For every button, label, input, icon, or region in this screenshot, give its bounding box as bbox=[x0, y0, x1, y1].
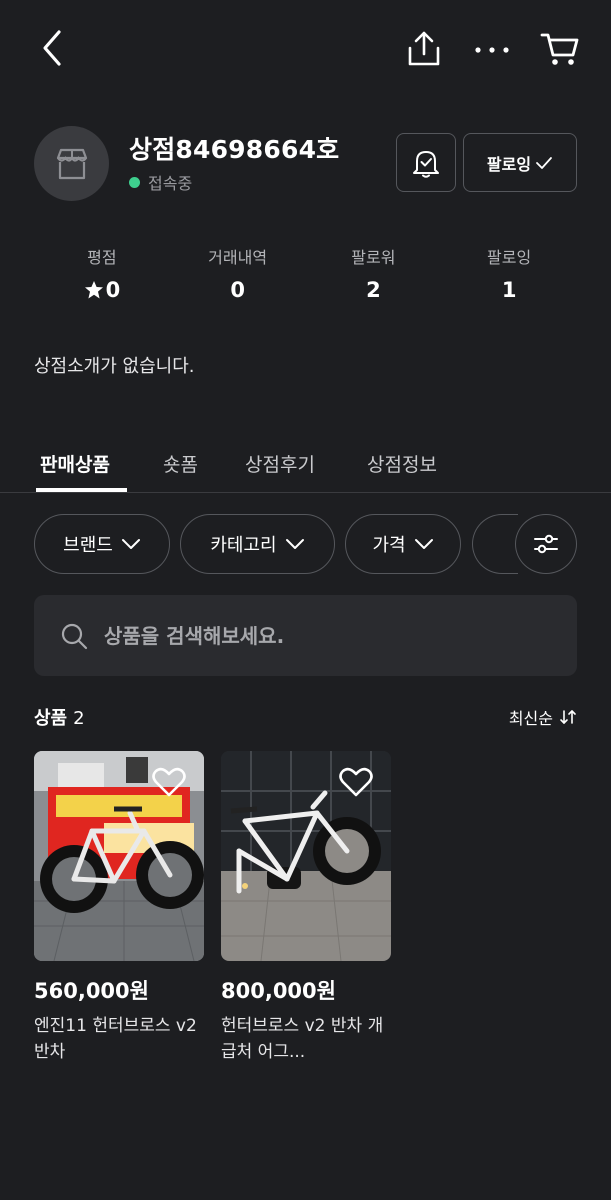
filter-bar: 브랜드 카테고리 가격 bbox=[0, 514, 611, 574]
status-text: 접속중 bbox=[148, 174, 193, 193]
filter-price[interactable]: 가격 bbox=[345, 514, 461, 574]
chevron-down-icon bbox=[285, 539, 304, 549]
product-count-label: 상품 bbox=[34, 708, 68, 729]
more-dots-icon bbox=[475, 47, 509, 53]
stat-followers[interactable]: 팔로워 2 bbox=[306, 244, 442, 302]
product-title: 헌터브로스 v2 반차 개급처 어그... bbox=[221, 1016, 384, 1062]
rating-value: 0 bbox=[105, 278, 121, 302]
stat-label: 거래내역 bbox=[208, 248, 268, 267]
tab-shortform[interactable]: 숏폼 bbox=[163, 450, 198, 477]
tab-reviews[interactable]: 상점후기 bbox=[245, 450, 315, 477]
filter-category[interactable]: 카테고리 bbox=[180, 514, 335, 574]
product-thumbnail[interactable] bbox=[221, 751, 391, 961]
sort-button[interactable]: 최신순 bbox=[509, 705, 577, 729]
product-price: 560,000원 bbox=[34, 979, 149, 1003]
search-input[interactable] bbox=[104, 623, 524, 648]
filter-more-chip[interactable] bbox=[472, 514, 518, 574]
sliders-icon bbox=[534, 534, 558, 554]
filter-settings-button[interactable] bbox=[515, 514, 577, 574]
search-icon bbox=[61, 623, 88, 649]
stat-rating[interactable]: 평점 0 bbox=[34, 244, 170, 302]
active-tab-indicator bbox=[36, 488, 127, 492]
bell-check-icon bbox=[413, 150, 439, 178]
more-button[interactable] bbox=[470, 28, 514, 72]
cart-icon bbox=[540, 33, 579, 65]
stat-value: 2 bbox=[366, 278, 381, 302]
product-list-header: 상품 2 최신순 bbox=[34, 704, 577, 730]
stat-value: 0 bbox=[34, 278, 170, 302]
like-button[interactable] bbox=[152, 767, 186, 801]
stat-label: 평점 bbox=[87, 248, 117, 267]
shop-name: 상점84698664호 bbox=[129, 135, 340, 164]
top-bar bbox=[0, 0, 611, 100]
chevron-down-icon bbox=[414, 539, 433, 549]
check-icon bbox=[536, 156, 552, 169]
star-icon bbox=[84, 281, 103, 299]
chevron-left-icon bbox=[43, 30, 61, 66]
back-button[interactable] bbox=[30, 26, 74, 70]
like-button[interactable] bbox=[339, 767, 373, 801]
stat-value: 1 bbox=[501, 278, 517, 302]
stat-transactions[interactable]: 거래내역 0 bbox=[170, 244, 306, 302]
product-card[interactable]: 800,000원 헌터브로스 v2 반차 개급처 어그... bbox=[221, 751, 391, 1065]
online-dot-icon bbox=[129, 176, 140, 188]
filter-brand[interactable]: 브랜드 bbox=[34, 514, 170, 574]
cart-button[interactable] bbox=[536, 26, 584, 72]
product-search[interactable] bbox=[34, 595, 577, 676]
filter-label: 가격 bbox=[372, 535, 406, 556]
notification-button[interactable] bbox=[396, 133, 456, 192]
heart-icon bbox=[152, 767, 186, 797]
store-icon bbox=[56, 148, 87, 179]
chevron-down-icon bbox=[121, 539, 140, 549]
sort-arrows-icon bbox=[560, 710, 576, 724]
product-count-number: 2 bbox=[73, 708, 85, 729]
heart-icon bbox=[339, 767, 373, 797]
stat-label: 팔로워 bbox=[351, 248, 396, 267]
shop-tabs: 판매상품 숏폼 상점후기 상점정보 bbox=[0, 448, 611, 493]
online-status: 접속중 bbox=[129, 170, 192, 194]
following-button[interactable]: 팔로잉 bbox=[463, 133, 577, 192]
stat-label: 팔로잉 bbox=[487, 248, 532, 267]
product-thumbnail[interactable] bbox=[34, 751, 204, 961]
product-card[interactable]: 560,000원 엔진11 헌터브로스 v2 반차 bbox=[34, 751, 204, 1065]
tab-shop-info[interactable]: 상점정보 bbox=[367, 450, 437, 477]
shop-page: 상점84698664호 접속중 팔로잉 평점 0 거래내역 0 팔로워 2 팔로… bbox=[0, 0, 611, 1200]
product-price: 800,000원 bbox=[221, 979, 336, 1003]
share-button[interactable] bbox=[402, 26, 446, 72]
filter-label: 브랜드 bbox=[63, 535, 113, 556]
shop-stats: 평점 0 거래내역 0 팔로워 2 팔로잉 1 bbox=[34, 244, 577, 302]
stat-following[interactable]: 팔로잉 1 bbox=[441, 244, 577, 302]
tab-products[interactable]: 판매상품 bbox=[40, 450, 110, 477]
filter-label: 카테고리 bbox=[210, 535, 277, 556]
sort-label: 최신순 bbox=[508, 709, 553, 728]
shop-avatar[interactable] bbox=[34, 126, 109, 201]
share-icon bbox=[408, 31, 440, 66]
stat-value: 0 bbox=[230, 278, 245, 302]
product-title: 엔진11 헌터브로스 v2 반차 bbox=[34, 1016, 197, 1062]
product-count: 상품 2 bbox=[34, 704, 85, 730]
shop-intro: 상점소개가 없습니다. bbox=[34, 356, 195, 377]
following-label: 팔로잉 bbox=[486, 154, 532, 174]
